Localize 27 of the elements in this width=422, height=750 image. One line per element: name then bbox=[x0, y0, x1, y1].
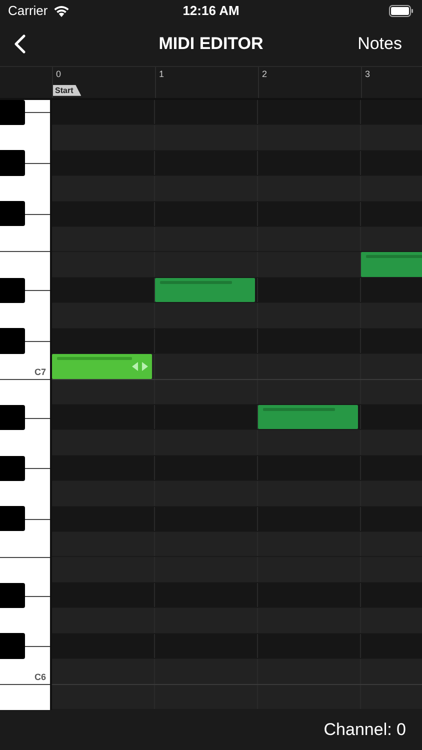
sharp-key[interactable] bbox=[0, 200, 25, 226]
sharp-key[interactable] bbox=[0, 405, 25, 430]
note-block[interactable] bbox=[258, 404, 358, 430]
clock-time: 12:16 AM bbox=[182, 3, 240, 18]
note-grid[interactable] bbox=[52, 100, 422, 710]
sharp-key[interactable] bbox=[0, 506, 25, 532]
wifi-icon bbox=[52, 4, 70, 17]
battery-icon bbox=[389, 4, 414, 17]
sharp-key[interactable] bbox=[0, 456, 25, 481]
carrier-label: Carrier bbox=[8, 3, 48, 18]
screen-title: MIDI EDITOR bbox=[158, 34, 264, 54]
beat-number: 3 bbox=[364, 68, 370, 79]
resize-handle-icon[interactable] bbox=[132, 362, 148, 372]
note-block[interactable] bbox=[155, 278, 255, 302]
sharp-key[interactable] bbox=[0, 278, 25, 303]
back-button[interactable] bbox=[12, 32, 28, 56]
piano-keyboard[interactable]: C7 C6 bbox=[0, 100, 52, 710]
beat-number: 0 bbox=[55, 68, 62, 79]
notes-button[interactable]: Notes bbox=[358, 34, 402, 54]
key-label: C7 bbox=[34, 366, 46, 377]
beat-number: 2 bbox=[261, 68, 268, 79]
key-label: C6 bbox=[34, 672, 46, 682]
sharp-key[interactable] bbox=[0, 100, 25, 126]
sharp-key[interactable] bbox=[0, 582, 25, 608]
channel-label: Channel: 0 bbox=[324, 720, 406, 740]
start-marker: Start bbox=[53, 84, 82, 96]
beat-number: 1 bbox=[158, 68, 164, 79]
